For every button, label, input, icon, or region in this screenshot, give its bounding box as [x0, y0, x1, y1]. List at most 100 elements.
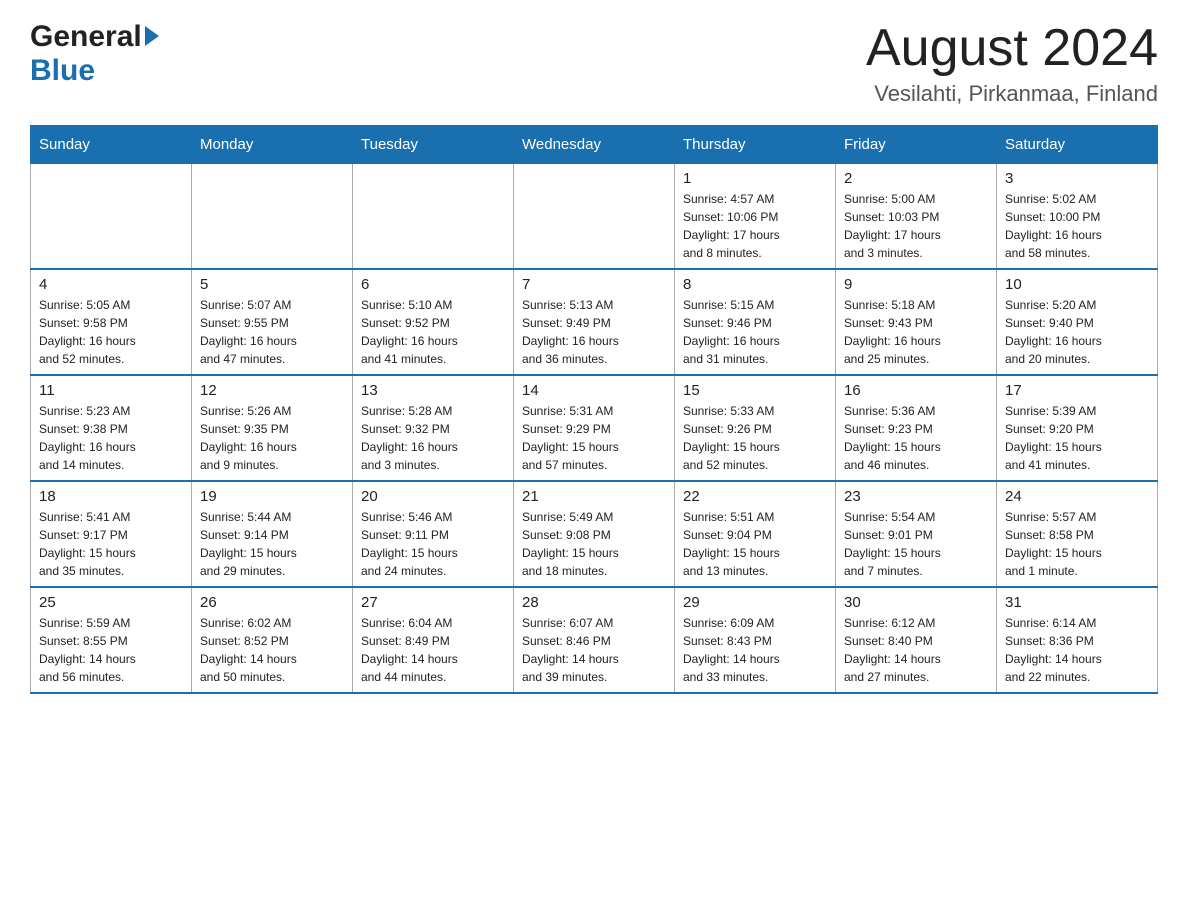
day-number: 1 [683, 170, 827, 187]
day-info: Sunrise: 5:00 AM Sunset: 10:03 PM Daylig… [844, 190, 988, 262]
day-number: 17 [1005, 382, 1149, 399]
calendar-day-cell: 18 Sunrise: 5:41 AM Sunset: 9:17 PM Dayli… [31, 481, 192, 587]
day-number: 15 [683, 382, 827, 399]
day-number: 3 [1005, 170, 1149, 187]
day-number: 11 [39, 382, 183, 399]
day-number: 28 [522, 594, 666, 611]
calendar-day-cell: 11 Sunrise: 5:23 AM Sunset: 9:38 PM Dayli… [31, 375, 192, 481]
day-number: 20 [361, 488, 505, 505]
calendar-day-cell: 31 Sunrise: 6:14 AM Sunset: 8:36 PM Dayli… [997, 587, 1158, 693]
day-info: Sunrise: 5:28 AM Sunset: 9:32 PM Dayligh… [361, 402, 505, 474]
day-number: 22 [683, 488, 827, 505]
calendar-day-cell: 7 Sunrise: 5:13 AM Sunset: 9:49 PM Daylig… [514, 269, 675, 375]
calendar-week-row: 11 Sunrise: 5:23 AM Sunset: 9:38 PM Dayli… [31, 375, 1158, 481]
day-info: Sunrise: 5:20 AM Sunset: 9:40 PM Dayligh… [1005, 296, 1149, 368]
calendar-day-cell: 29 Sunrise: 6:09 AM Sunset: 8:43 PM Dayli… [675, 587, 836, 693]
day-info: Sunrise: 5:57 AM Sunset: 8:58 PM Dayligh… [1005, 508, 1149, 580]
calendar-day-cell: 23 Sunrise: 5:54 AM Sunset: 9:01 PM Dayli… [836, 481, 997, 587]
calendar-day-cell: 6Sunrise: 5:10 AM Sunset: 9:52 PM Daylig… [353, 269, 514, 375]
day-number: 19 [200, 488, 344, 505]
day-info: Sunrise: 6:07 AM Sunset: 8:46 PM Dayligh… [522, 614, 666, 686]
page-header: General Blue August 2024 Vesilahti, Pirk… [30, 20, 1158, 107]
calendar-day-cell: 13 Sunrise: 5:28 AM Sunset: 9:32 PM Dayli… [353, 375, 514, 481]
calendar-day-cell: 12Sunrise: 5:26 AM Sunset: 9:35 PM Dayli… [192, 375, 353, 481]
day-info: Sunrise: 5:23 AM Sunset: 9:38 PM Dayligh… [39, 402, 183, 474]
day-number: 14 [522, 382, 666, 399]
calendar-header-row: SundayMondayTuesdayWednesdayThursdayFrid… [31, 126, 1158, 164]
day-number: 23 [844, 488, 988, 505]
calendar-day-cell: 30 Sunrise: 6:12 AM Sunset: 8:40 PM Dayli… [836, 587, 997, 693]
title-block: August 2024 Vesilahti, Pirkanmaa, Finlan… [866, 20, 1158, 107]
day-info: Sunrise: 6:09 AM Sunset: 8:43 PM Dayligh… [683, 614, 827, 686]
page-title: August 2024 [866, 20, 1158, 77]
calendar-week-row: 1 Sunrise: 4:57 AM Sunset: 10:06 PM Dayli… [31, 164, 1158, 270]
day-number: 7 [522, 276, 666, 293]
calendar-day-cell: 28 Sunrise: 6:07 AM Sunset: 8:46 PM Dayli… [514, 587, 675, 693]
calendar-day-cell: 21Sunrise: 5:49 AM Sunset: 9:08 PM Dayli… [514, 481, 675, 587]
day-number: 25 [39, 594, 183, 611]
calendar-day-cell [514, 164, 675, 270]
day-number: 29 [683, 594, 827, 611]
logo-general-text: General [30, 20, 142, 54]
calendar-day-cell: 10 Sunrise: 5:20 AM Sunset: 9:40 PM Dayli… [997, 269, 1158, 375]
day-info: Sunrise: 5:07 AM Sunset: 9:55 PM Dayligh… [200, 296, 344, 368]
calendar-table: SundayMondayTuesdayWednesdayThursdayFrid… [30, 125, 1158, 694]
day-info: Sunrise: 6:12 AM Sunset: 8:40 PM Dayligh… [844, 614, 988, 686]
day-of-week-header: Sunday [31, 126, 192, 164]
day-info: Sunrise: 5:18 AM Sunset: 9:43 PM Dayligh… [844, 296, 988, 368]
day-number: 30 [844, 594, 988, 611]
calendar-day-cell: 3 Sunrise: 5:02 AM Sunset: 10:00 PM Dayli… [997, 164, 1158, 270]
calendar-day-cell: 19 Sunrise: 5:44 AM Sunset: 9:14 PM Dayli… [192, 481, 353, 587]
calendar-day-cell: 24Sunrise: 5:57 AM Sunset: 8:58 PM Dayli… [997, 481, 1158, 587]
day-number: 4 [39, 276, 183, 293]
day-info: Sunrise: 6:02 AM Sunset: 8:52 PM Dayligh… [200, 614, 344, 686]
day-info: Sunrise: 5:31 AM Sunset: 9:29 PM Dayligh… [522, 402, 666, 474]
day-info: Sunrise: 6:04 AM Sunset: 8:49 PM Dayligh… [361, 614, 505, 686]
day-info: Sunrise: 5:15 AM Sunset: 9:46 PM Dayligh… [683, 296, 827, 368]
page-subtitle: Vesilahti, Pirkanmaa, Finland [866, 81, 1158, 107]
day-info: Sunrise: 4:57 AM Sunset: 10:06 PM Daylig… [683, 190, 827, 262]
day-info: Sunrise: 5:39 AM Sunset: 9:20 PM Dayligh… [1005, 402, 1149, 474]
day-number: 8 [683, 276, 827, 293]
day-info: Sunrise: 5:33 AM Sunset: 9:26 PM Dayligh… [683, 402, 827, 474]
calendar-day-cell: 4 Sunrise: 5:05 AM Sunset: 9:58 PM Daylig… [31, 269, 192, 375]
calendar-day-cell: 15 Sunrise: 5:33 AM Sunset: 9:26 PM Dayli… [675, 375, 836, 481]
day-number: 12 [200, 382, 344, 399]
day-info: Sunrise: 5:13 AM Sunset: 9:49 PM Dayligh… [522, 296, 666, 368]
day-info: Sunrise: 5:46 AM Sunset: 9:11 PM Dayligh… [361, 508, 505, 580]
calendar-week-row: 4 Sunrise: 5:05 AM Sunset: 9:58 PM Daylig… [31, 269, 1158, 375]
day-number: 10 [1005, 276, 1149, 293]
calendar-day-cell: 8 Sunrise: 5:15 AM Sunset: 9:46 PM Daylig… [675, 269, 836, 375]
calendar-day-cell: 25 Sunrise: 5:59 AM Sunset: 8:55 PM Dayli… [31, 587, 192, 693]
calendar-week-row: 25 Sunrise: 5:59 AM Sunset: 8:55 PM Dayli… [31, 587, 1158, 693]
day-number: 31 [1005, 594, 1149, 611]
day-info: Sunrise: 5:54 AM Sunset: 9:01 PM Dayligh… [844, 508, 988, 580]
calendar-day-cell: 27 Sunrise: 6:04 AM Sunset: 8:49 PM Dayli… [353, 587, 514, 693]
calendar-day-cell: 2 Sunrise: 5:00 AM Sunset: 10:03 PM Dayli… [836, 164, 997, 270]
calendar-day-cell [353, 164, 514, 270]
day-info: Sunrise: 5:41 AM Sunset: 9:17 PM Dayligh… [39, 508, 183, 580]
day-info: Sunrise: 6:14 AM Sunset: 8:36 PM Dayligh… [1005, 614, 1149, 686]
calendar-day-cell: 20 Sunrise: 5:46 AM Sunset: 9:11 PM Dayli… [353, 481, 514, 587]
day-of-week-header: Tuesday [353, 126, 514, 164]
day-number: 2 [844, 170, 988, 187]
day-info: Sunrise: 5:05 AM Sunset: 9:58 PM Dayligh… [39, 296, 183, 368]
day-info: Sunrise: 5:44 AM Sunset: 9:14 PM Dayligh… [200, 508, 344, 580]
calendar-day-cell: 26 Sunrise: 6:02 AM Sunset: 8:52 PM Dayli… [192, 587, 353, 693]
day-number: 26 [200, 594, 344, 611]
day-info: Sunrise: 5:51 AM Sunset: 9:04 PM Dayligh… [683, 508, 827, 580]
day-info: Sunrise: 5:59 AM Sunset: 8:55 PM Dayligh… [39, 614, 183, 686]
calendar-day-cell: 14 Sunrise: 5:31 AM Sunset: 9:29 PM Dayli… [514, 375, 675, 481]
day-info: Sunrise: 5:36 AM Sunset: 9:23 PM Dayligh… [844, 402, 988, 474]
calendar-day-cell: 5 Sunrise: 5:07 AM Sunset: 9:55 PM Daylig… [192, 269, 353, 375]
day-number: 5 [200, 276, 344, 293]
day-of-week-header: Monday [192, 126, 353, 164]
calendar-day-cell: 1 Sunrise: 4:57 AM Sunset: 10:06 PM Dayli… [675, 164, 836, 270]
day-number: 13 [361, 382, 505, 399]
day-info: Sunrise: 5:02 AM Sunset: 10:00 PM Daylig… [1005, 190, 1149, 262]
day-of-week-header: Saturday [997, 126, 1158, 164]
day-number: 18 [39, 488, 183, 505]
calendar-day-cell [31, 164, 192, 270]
day-of-week-header: Friday [836, 126, 997, 164]
day-number: 27 [361, 594, 505, 611]
